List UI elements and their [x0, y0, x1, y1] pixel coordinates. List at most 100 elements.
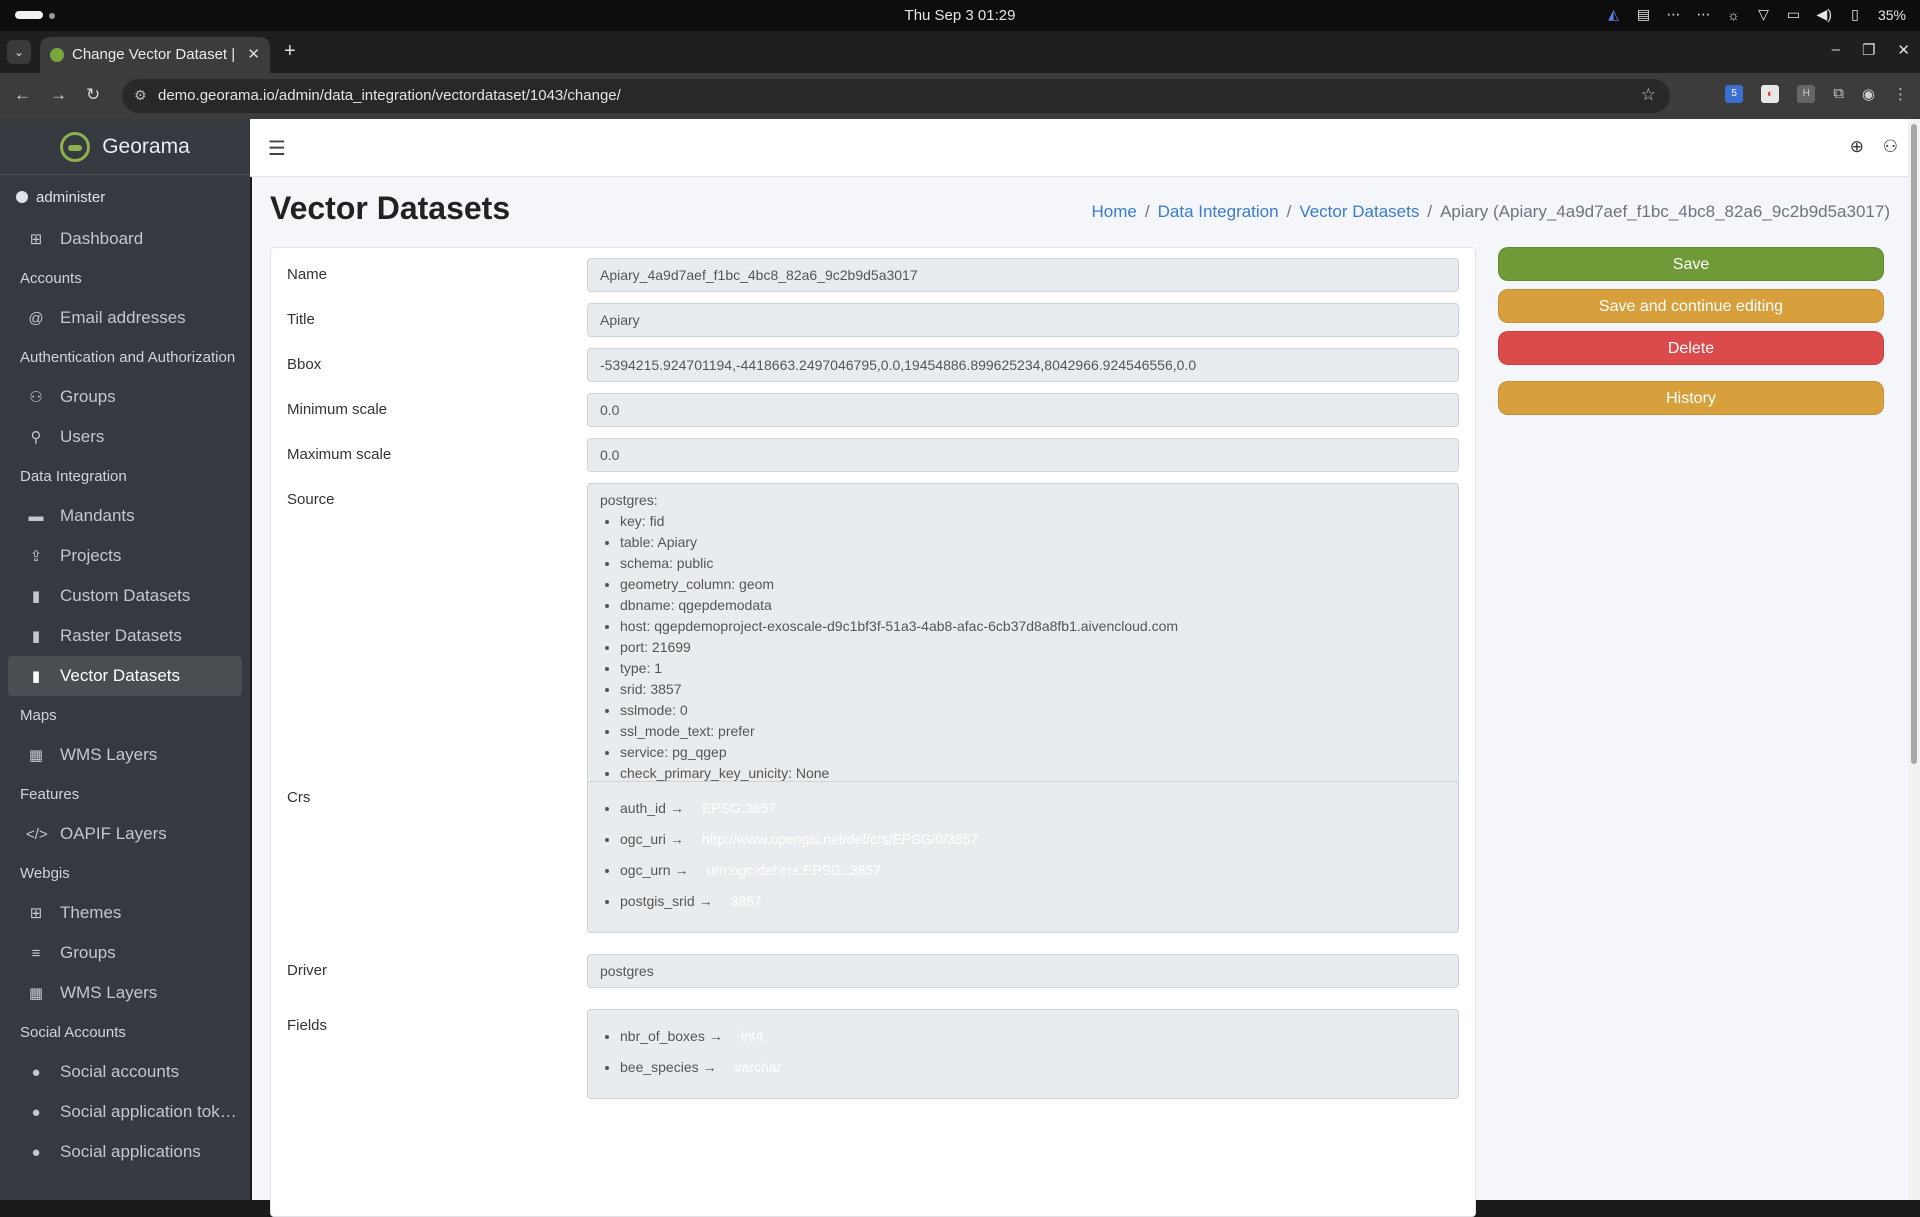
user-menu-icon[interactable]: ⚇ [1883, 137, 1898, 157]
bookmark-star-icon[interactable]: ☆ [1641, 85, 1656, 105]
min-scale-input[interactable]: 0.0 [587, 393, 1459, 427]
sidebar-item-wms-layers[interactable]: ▦ WMS Layers [8, 973, 242, 1013]
crs-value: 3857 [730, 893, 762, 909]
code-icon: </> [26, 825, 48, 843]
page-scrollbar[interactable] [1908, 119, 1920, 1200]
site-info-icon[interactable]: ⚙ [134, 87, 147, 104]
source-item: ssl_mode_text: prefer [620, 721, 1446, 742]
driver-input[interactable]: postgres [587, 954, 1459, 988]
extension-circle-icon[interactable]: ◐ [1761, 85, 1780, 103]
save-button[interactable]: Save [1498, 247, 1884, 281]
sidebar-nav: ⊞ Dashboard Accounts @ Email addresses Authen… [0, 219, 250, 1172]
wifi-icon[interactable]: ▽ [1757, 6, 1771, 23]
brand-name: Georama [102, 134, 190, 158]
source-item: service: pg_qgep [620, 742, 1446, 763]
fields-key: bee_species [620, 1059, 699, 1075]
tab-favicon [50, 48, 64, 62]
sidebar-item-vector-datasets[interactable]: ▮ Vector Datasets [8, 656, 242, 696]
crs-item: auth_id→ EPSG:3857 [620, 793, 1446, 824]
save-continue-button[interactable]: Save and continue editing [1498, 289, 1884, 323]
sidebar-item-wms-layers[interactable]: ▦ WMS Layers [8, 735, 242, 775]
extensions-area: 5 ◐ H ⧉ ◉ ⋮ [1725, 85, 1908, 103]
close-window-icon[interactable]: ✕ [1897, 41, 1910, 59]
sidebar-item-projects[interactable]: ⇪ Projects [8, 536, 242, 576]
sidebar-item-label: Email addresses [60, 308, 186, 327]
source-item: sslmode: 0 [620, 700, 1446, 721]
battery-icon[interactable]: ▯ [1848, 6, 1862, 23]
address-bar[interactable]: ⚙ demo.georama.io/admin/data_integration… [122, 79, 1670, 113]
sidebar-item-groups[interactable]: ≡ Groups [8, 933, 242, 973]
puzzle-icon[interactable]: ⧉ [1833, 85, 1844, 103]
sidebar-item-mandants[interactable]: ▬ Mandants [8, 496, 242, 536]
extension-shield-icon[interactable]: 5 [1725, 85, 1744, 103]
sidebar-item-social-applications[interactable]: ● Social applications [8, 1132, 242, 1172]
clipboard-icon[interactable]: ▤ [1637, 6, 1651, 23]
sidebar-item-label: WMS Layers [60, 745, 158, 764]
brand-link[interactable]: Georama [0, 119, 250, 175]
top-navbar: ☰ ⊕ ⚇ [250, 119, 1908, 177]
sidebar-item-oapif-layers[interactable]: </> OAPIF Layers [8, 814, 242, 854]
app-indicator-icon[interactable]: ◭ [1607, 6, 1621, 23]
delete-button[interactable]: Delete [1498, 331, 1884, 365]
overflow-icon[interactable]: ⋯ [1697, 6, 1711, 23]
sidebar-item-label: Social accounts [60, 1062, 180, 1081]
source-item: srid: 3857 [620, 679, 1446, 700]
new-tab-icon[interactable]: + [284, 40, 296, 63]
bbox-input[interactable]: -5394215.924701194,-4418663.2497046795,0… [587, 348, 1459, 382]
crs-value: urn:ogc:def:crs:EPSG::3857 [706, 862, 881, 878]
file-icon: ▮ [31, 588, 41, 605]
more-icon[interactable]: ⋯ [1667, 6, 1681, 23]
sidebar-item-social-application-tok[interactable]: ● Social application tok… [8, 1092, 242, 1132]
crs-list: auth_id→EPSG:3857ogc_uri→http://www.open… [620, 793, 1446, 917]
breadcrumb-vector-datasets[interactable]: Vector Datasets [1299, 202, 1419, 222]
fields-value: int4 [740, 1028, 764, 1044]
main-content: Vector Datasets Home / Data Integration … [252, 177, 1908, 1217]
change-form: Name Apiary_4a9d7aef_f1bc_4bc8_82a6_9c2b… [270, 247, 1476, 1217]
hamburger-menu-icon[interactable]: ☰ [268, 136, 286, 161]
window-controls: – ❐ ✕ [1832, 41, 1910, 59]
username: administer [36, 188, 106, 206]
arrow-icon: → [698, 893, 713, 909]
back-icon[interactable]: ← [14, 85, 31, 105]
source-item: key: fid [620, 511, 1446, 532]
brightness-icon[interactable]: ☼ [1727, 7, 1741, 23]
sidebar-item-groups[interactable]: ⚇ Groups [8, 377, 242, 417]
sidebar-item-email-addresses[interactable]: @ Email addresses [8, 298, 242, 338]
language-globe-icon[interactable]: ⊕ [1850, 137, 1864, 157]
fields-list: nbr_of_boxes→int4bee_species→varchar [620, 1021, 1446, 1083]
profile-icon[interactable]: ◉ [1862, 85, 1875, 103]
sidebar-item-users[interactable]: ⚲ Users [8, 417, 242, 457]
max-scale-input[interactable]: 0.0 [587, 438, 1459, 472]
sidebar-item-raster-datasets[interactable]: ▮ Raster Datasets [8, 616, 242, 656]
name-input[interactable]: Apiary_4a9d7aef_f1bc_4bc8_82a6_9c2b9d5a3… [587, 258, 1459, 292]
minimize-icon[interactable]: – [1832, 41, 1840, 59]
forward-icon[interactable]: → [50, 85, 67, 105]
tab-search-icon[interactable]: ⌄ [7, 40, 31, 64]
sidebar-item-themes[interactable]: ⊞ Themes [8, 893, 242, 933]
fields-readonly: nbr_of_boxes→int4bee_species→varchar [587, 1009, 1459, 1099]
extension-h-icon[interactable]: H [1797, 85, 1816, 103]
scrollbar-thumb[interactable] [1911, 124, 1917, 764]
submit-row: Save Save and continue editing Delete Hi… [1498, 247, 1884, 423]
sidebar-item-dashboard[interactable]: ⊞ Dashboard [8, 219, 242, 259]
user-panel[interactable]: administer [0, 175, 250, 219]
reload-icon[interactable]: ↻ [86, 85, 100, 105]
sidebar-item-label: Social application tok… [60, 1102, 237, 1121]
sidebar-item-social-accounts[interactable]: ● Social accounts [8, 1052, 242, 1092]
field-label: Maximum scale [287, 446, 392, 463]
volume-icon[interactable]: ◀) [1817, 6, 1832, 23]
browser-tab[interactable]: Change Vector Dataset | ✕ [40, 37, 270, 73]
breadcrumb-data-integration[interactable]: Data Integration [1158, 202, 1279, 222]
sidebar-item-custom-datasets[interactable]: ▮ Custom Datasets [8, 576, 242, 616]
nav-header: Features [20, 786, 80, 803]
keyboard-icon[interactable]: ▭ [1787, 6, 1801, 23]
fields-key: nbr_of_boxes [620, 1028, 705, 1044]
history-button[interactable]: History [1498, 381, 1884, 415]
breadcrumb-home[interactable]: Home [1092, 202, 1137, 222]
browser-menu-icon[interactable]: ⋮ [1893, 85, 1908, 103]
title-input[interactable]: Apiary [587, 303, 1459, 337]
tab-close-icon[interactable]: ✕ [247, 45, 260, 63]
maximize-icon[interactable]: ❐ [1862, 41, 1875, 59]
circle-icon: ● [31, 1063, 41, 1081]
source-item: type: 1 [620, 658, 1446, 679]
